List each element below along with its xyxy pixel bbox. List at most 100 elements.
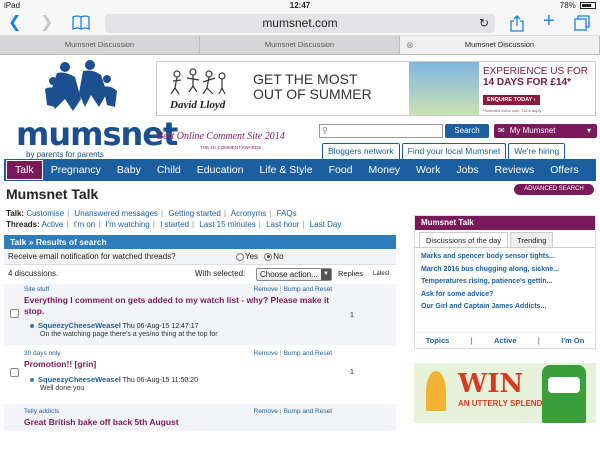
thread-category[interactable]: Site stuff <box>24 286 49 293</box>
sidebar-footer: Topics | Active | I'm On <box>415 332 595 348</box>
post-snippet: On the watching page there's a yes/no th… <box>40 331 218 338</box>
forward-icon[interactable]: ❯ <box>40 15 53 31</box>
thread-checkbox[interactable] <box>10 368 19 377</box>
notify-label: Receive email notification for watched t… <box>8 252 176 261</box>
search-input[interactable]: ⚲ <box>319 124 443 138</box>
trending-item[interactable]: March 2016 bus chugging along, sickne... <box>421 264 589 277</box>
reload-icon[interactable]: ↻ <box>479 14 489 33</box>
hiring-link[interactable]: We're hiring <box>508 143 566 159</box>
advanced-search-button[interactable]: ADVANCED SEARCH <box>514 184 594 195</box>
reply-count: 1 <box>350 312 354 319</box>
ad-offer-2: 14 DAYS FOR £14* <box>483 77 572 88</box>
nav-talk[interactable]: Talk <box>6 160 43 180</box>
nav-education[interactable]: Education <box>189 159 252 181</box>
thread-title[interactable]: Great British bake off back 5th August <box>24 417 334 428</box>
im-on-link[interactable]: I'm on <box>74 220 96 229</box>
remove-link[interactable]: Remove <box>254 350 278 357</box>
ad-headline-1: GET THE MOST <box>253 71 358 87</box>
new-tab-icon[interactable]: + <box>543 11 555 31</box>
i-started-link[interactable]: I started <box>160 220 189 229</box>
ad-headline: GET THE MOST OUT OF SUMMER <box>253 72 372 102</box>
last-day-link[interactable]: Last Day <box>310 220 342 229</box>
notify-yes-radio[interactable] <box>236 252 244 261</box>
topics-link[interactable]: Topics <box>426 333 450 348</box>
results-count: 4 discussions. <box>8 269 59 278</box>
thread-category[interactable]: 30 days only <box>24 350 61 357</box>
im-on-link[interactable]: I'm On <box>561 333 584 348</box>
remove-link[interactable]: Remove <box>254 286 278 293</box>
active-link[interactable]: Active <box>42 220 64 229</box>
replies-column-header: Replies <box>338 269 364 278</box>
nav-life-style[interactable]: Life & Style <box>251 159 320 181</box>
site-logo[interactable]: mumsnet <box>16 115 178 153</box>
notify-no-radio[interactable] <box>264 252 273 261</box>
thread-checkbox[interactable] <box>10 309 19 318</box>
bump-reset-link[interactable]: Bump and Reset <box>284 350 332 357</box>
bump-reset-link[interactable]: Bump and Reset <box>284 286 332 293</box>
post-author[interactable]: SqueezyCheeseWeasel <box>38 321 121 330</box>
reply-count: 1 <box>350 369 354 376</box>
trending-item[interactable]: Ask for some advice? <box>421 289 589 302</box>
thread-row: 30 days only Remove | Bump and Reset Promo… <box>4 345 396 403</box>
site-search: ⚲ Search ✉ My Mumsnet ▾ <box>319 124 597 138</box>
threads-links-row: Threads: Active | I'm on | I'm watching | I… <box>6 220 342 229</box>
faqs-link[interactable]: FAQs <box>277 209 297 218</box>
promo-bottle-label <box>548 377 580 393</box>
thread-row: Site stuff Remove | Bump and Reset Everyth… <box>4 283 396 345</box>
nav-child[interactable]: Child <box>149 159 189 181</box>
customise-link[interactable]: Customise <box>26 209 64 218</box>
browser-tab-3[interactable]: ⊗ Mumsnet Discussion <box>400 36 600 54</box>
unanswered-link[interactable]: Unanswered messages <box>74 209 158 218</box>
search-button[interactable]: Search <box>445 124 489 138</box>
address-bar[interactable]: mumsnet.com ↻ <box>105 14 495 33</box>
notify-no-label: No <box>273 252 284 261</box>
promo-ad[interactable]: WIN AN UTTERLY SPLENDIFEROUS <box>414 363 596 423</box>
nav-money[interactable]: Money <box>361 159 409 181</box>
remove-link[interactable]: Remove <box>254 408 278 415</box>
logo-figures-icon[interactable] <box>35 59 125 119</box>
getting-started-link[interactable]: Getting started <box>168 209 220 218</box>
last-15-minutes-link[interactable]: Last 15 minutes <box>199 220 255 229</box>
trending-item[interactable]: Marks and spencer body sensor tights... <box>421 251 589 264</box>
talk-links-row: Talk: Customise | Unanswered messages | Ge… <box>6 209 297 218</box>
tab-label: Mumsnet Discussion <box>464 40 535 49</box>
acronyms-link[interactable]: Acronyms <box>231 209 267 218</box>
notify-yes-label: Yes <box>245 252 259 261</box>
browser-tab-2[interactable]: Mumsnet Discussion <box>200 36 400 54</box>
page-title: Mumsnet Talk <box>6 186 99 202</box>
im-watching-link[interactable]: I'm watching <box>106 220 150 229</box>
nav-baby[interactable]: Baby <box>109 159 149 181</box>
post-author[interactable]: SqueezyCheeseWeasel <box>38 375 121 384</box>
my-mumsnet-button[interactable]: ✉ My Mumsnet ▾ <box>494 124 597 138</box>
active-link[interactable]: Active <box>494 333 517 348</box>
nav-jobs[interactable]: Jobs <box>448 159 486 181</box>
share-icon[interactable] <box>510 15 524 36</box>
trending-item[interactable]: Temperatures rising, patience's gettin..… <box>421 276 589 289</box>
nav-reviews[interactable]: Reviews <box>487 159 543 181</box>
thread-title[interactable]: Everything I comment on gets added to my… <box>24 295 334 317</box>
tab-discussions-of-the-day[interactable]: Discussions of the day <box>419 232 509 247</box>
nav-pregnancy[interactable]: Pregnancy <box>43 159 109 181</box>
nav-work[interactable]: Work <box>408 159 448 181</box>
thread-title[interactable]: Promotion!! [grin] <box>24 359 334 370</box>
sidebar-tabs: Discussions of the day Trending <box>415 232 595 248</box>
bookmarks-icon[interactable] <box>72 15 90 35</box>
tabs-icon[interactable] <box>574 15 590 35</box>
tab-trending[interactable]: Trending <box>510 232 554 247</box>
nav-offers[interactable]: Offers <box>542 159 586 181</box>
bloggers-network-link[interactable]: Bloggers network <box>322 143 400 159</box>
latest-column-header: Latest <box>373 271 390 277</box>
main-content: Mumsnet Talk ADVANCED SEARCH Talk: Custo… <box>0 181 600 431</box>
action-select[interactable]: Choose action... ▼ <box>256 268 332 281</box>
back-icon[interactable]: ❮ <box>8 15 21 31</box>
banner-ad[interactable]: David Lloyd GET THE MOST OUT OF SUMMER E… <box>156 61 596 116</box>
trending-item[interactable]: Our Girl and Captain James Addicts... <box>421 301 589 314</box>
close-tab-icon[interactable]: ⊗ <box>406 36 414 54</box>
nav-food[interactable]: Food <box>321 159 361 181</box>
local-mumsnet-link[interactable]: Find your local Mumsnet <box>401 143 507 159</box>
browser-tab-1[interactable]: Mumsnet Discussion <box>0 36 200 54</box>
bump-reset-link[interactable]: Bump and Reset <box>284 408 332 415</box>
thread-category[interactable]: Telly addicts <box>24 408 59 415</box>
ad-enquire-button[interactable]: ENQUIRE TODAY › <box>483 95 540 105</box>
last-hour-link[interactable]: Last hour <box>266 220 299 229</box>
